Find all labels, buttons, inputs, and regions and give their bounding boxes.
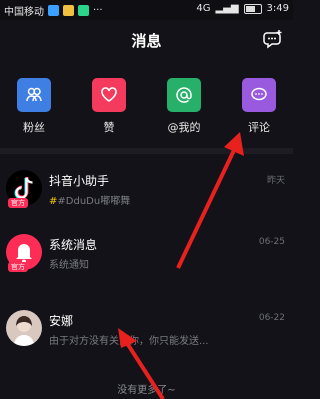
annotation-arrows	[118, 132, 244, 399]
